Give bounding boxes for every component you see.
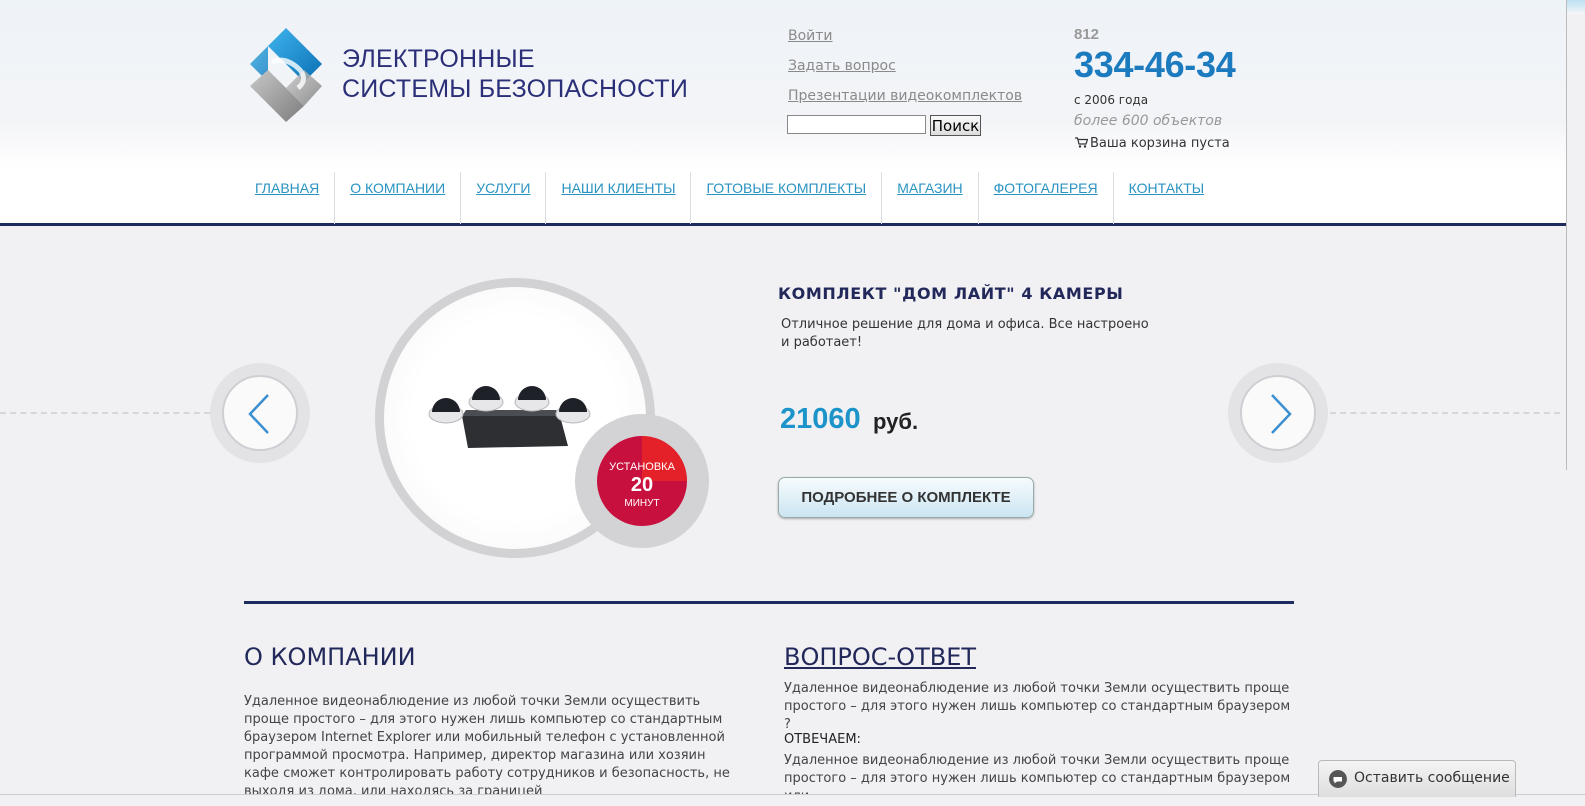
kit-details-button[interactable]: ПОДРОБНЕЕ О КОМПЛЕКТЕ: [778, 477, 1034, 518]
slider-next-ring: [1228, 363, 1328, 463]
kit-title: КОМПЛЕКТ "ДОМ ЛАЙТ" 4 КАМЕРЫ: [778, 284, 1124, 303]
qa-question: Удаленное видеонаблюдение из любой точки…: [784, 681, 1291, 732]
nav-item-about[interactable]: О КОМПАНИИ: [335, 172, 462, 224]
nav-item-shop[interactable]: МАГАЗИН: [882, 172, 979, 224]
cart-status[interactable]: Ваша корзина пуста: [1075, 136, 1230, 151]
phone-code: 812: [1074, 26, 1100, 43]
section-divider: [244, 601, 1294, 604]
slider-next-button[interactable]: [1240, 375, 1316, 451]
objects-count: более 600 объектов: [1074, 113, 1223, 129]
install-badge: УСТАНОВКА 20 МИНУТ: [597, 436, 687, 526]
presentations-link[interactable]: Презентации видеокомплектов: [788, 88, 1022, 104]
logo-line-1: ЭЛЕКТРОННЫЕ: [342, 45, 535, 73]
chat-bubble-icon: [1329, 770, 1347, 788]
badge-line-2: 20: [630, 474, 654, 496]
qa-title-link[interactable]: ВОПРОС-ОТВЕТ: [784, 643, 976, 671]
scrollbar-edge: [1566, 0, 1567, 470]
login-link[interactable]: Войти: [788, 28, 833, 44]
chevron-left-icon: [248, 394, 269, 434]
kit-description: Отличное решение для дома и офиса. Все н…: [781, 317, 1149, 350]
about-text: Удаленное видеонаблюдение из любой точки…: [244, 694, 730, 799]
search-button[interactable]: Поиск: [930, 115, 981, 136]
nav-item-kits[interactable]: ГОТОВЫЕ КОМПЛЕКТЫ: [691, 172, 883, 224]
nav-item-services[interactable]: УСЛУГИ: [461, 172, 547, 224]
logo-line-2: СИСТЕМЫ БЕЗОПАСНОСТИ: [342, 75, 689, 103]
install-badge-ring: УСТАНОВКА 20 МИНУТ: [575, 414, 709, 548]
about-title: О КОМПАНИИ: [244, 643, 416, 671]
nav-item-home[interactable]: ГЛАВНАЯ: [240, 172, 336, 224]
cart-icon: [1075, 137, 1088, 148]
leave-message-label: Оставить сообщение: [1354, 770, 1510, 786]
slider-dash-left: [0, 412, 210, 414]
nav-item-contacts[interactable]: КОНТАКТЫ: [1114, 172, 1220, 224]
slider-dash-right: [1330, 412, 1560, 414]
kit-price: 21060: [780, 403, 861, 435]
leave-message-button[interactable]: Оставить сообщение: [1318, 760, 1516, 797]
chevron-right-icon: [1271, 394, 1292, 434]
cart-status-label: Ваша корзина пуста: [1090, 136, 1230, 151]
logo-text[interactable]: ЭЛЕКТРОННЫЕ СИСТЕМЫ БЕЗОПАСНОСТИ: [342, 44, 688, 104]
kit-currency: руб.: [873, 409, 919, 434]
qa-answer-label: ОТВЕЧАЕМ:: [784, 732, 861, 747]
diamond-s-logo-icon[interactable]: [246, 26, 326, 124]
search-input[interactable]: [787, 115, 926, 134]
phone-number: 334-46-34: [1074, 44, 1236, 85]
ask-question-link[interactable]: Задать вопрос: [788, 58, 896, 74]
slider-prev-ring: [210, 363, 310, 463]
badge-line-3: МИНУТ: [624, 498, 660, 509]
main-nav: ГЛАВНАЯ О КОМПАНИИ УСЛУГИ НАШИ КЛИЕНТЫ Г…: [240, 172, 1219, 224]
badge-line-1: УСТАНОВКА: [609, 461, 675, 473]
nav-item-clients[interactable]: НАШИ КЛИЕНТЫ: [546, 172, 692, 224]
since-year: с 2006 года: [1074, 93, 1149, 107]
nav-item-gallery[interactable]: ФОТОГАЛЕРЕЯ: [979, 172, 1114, 224]
slider-prev-button[interactable]: [222, 375, 298, 451]
